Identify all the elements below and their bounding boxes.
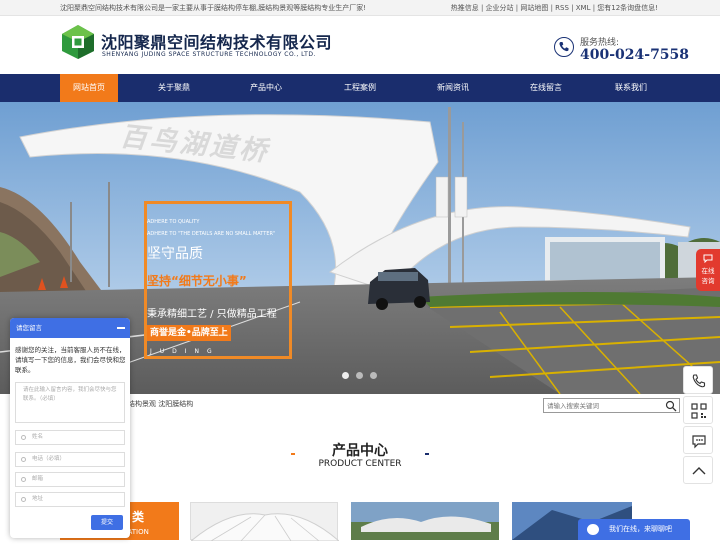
slide-dot-2[interactable]: [356, 372, 363, 379]
top-links[interactable]: 热推信息 | 企业分站 | 网站地图 | RSS | XML | 您有12条询盘…: [451, 0, 658, 16]
name-placeholder: 姓名: [32, 434, 44, 440]
company-logo-icon[interactable]: [60, 24, 96, 60]
submit-button[interactable]: 提交: [91, 515, 123, 530]
wechat-icon: [692, 435, 706, 449]
slogan-heading: 坚守品质: [147, 246, 203, 262]
name-field[interactable]: 姓名: [15, 430, 125, 445]
location-icon: [21, 497, 26, 502]
phone-small-icon: [21, 457, 26, 462]
slide-dot-3[interactable]: [370, 372, 377, 379]
online-chat-bar[interactable]: 我们在线，来聊聊吧: [578, 519, 690, 540]
product-thumb-2[interactable]: [351, 502, 499, 540]
mail-icon: [21, 477, 26, 482]
phone-field[interactable]: 电话（必填）: [15, 452, 125, 467]
side-wechat-button[interactable]: [683, 426, 713, 454]
section-title-decoration: [291, 453, 429, 455]
phone-placeholder: 电话（必填）: [32, 456, 66, 462]
slogan-brand: JUDING: [150, 348, 220, 355]
slogan-tagline: 秉承精细工艺 / 只做精品工程: [147, 309, 277, 320]
company-intro-text: 沈阳聚鼎空间结构技术有限公司是一家主要从事于膜结构停车棚,膜结构景观等膜结构专业…: [60, 4, 367, 12]
site-header: 沈阳聚鼎空间结构技术有限公司 SHENYANG JUDING SPACE STR…: [0, 16, 720, 74]
side-phone-button[interactable]: [683, 366, 713, 394]
qrcode-icon: [691, 403, 707, 419]
nav-item-about[interactable]: 关于聚鼎: [145, 74, 203, 102]
message-textarea[interactable]: 请在此输入留言内容，我们会尽快与您联系。（必填）: [15, 382, 125, 423]
company-name-cn: 沈阳聚鼎空间结构技术有限公司: [101, 33, 333, 52]
phone-icon: [554, 37, 574, 57]
search-input[interactable]: [544, 399, 662, 412]
nav-item-products[interactable]: 产品中心: [237, 74, 295, 102]
nav-item-cases[interactable]: 工程案例: [331, 74, 389, 102]
nav-item-message[interactable]: 在线留言: [517, 74, 575, 102]
consult-line-1: 在线: [701, 267, 715, 275]
top-info-bar: 沈阳聚鼎空间结构技术有限公司是一家主要从事于膜结构停车棚,膜结构景观等膜结构专业…: [0, 0, 720, 16]
nav-item-news[interactable]: 新闻资讯: [424, 74, 482, 102]
chat-bubble-icon: [587, 524, 599, 535]
chat-greeting: 感谢您的关注，当前客服人员不在线，请填写一下您的信息，我们会尽快和您联系。: [15, 346, 126, 374]
back-to-top-button[interactable]: [683, 456, 713, 484]
leave-message-window: 请您留言 感谢您的关注，当前客服人员不在线，请填写一下您的信息，我们会尽快和您联…: [10, 318, 130, 538]
online-consult-tab[interactable]: 在线 咨询: [696, 249, 720, 291]
consult-icon: [703, 254, 713, 264]
phone-icon: [692, 374, 706, 388]
search-box: [543, 398, 680, 413]
consult-line-2: 咨询: [701, 277, 715, 285]
side-qrcode-button[interactable]: [683, 396, 713, 424]
company-name-en: SHENYANG JUDING SPACE STRUCTURE TECHNOLO…: [102, 51, 316, 58]
slogan-subheading: 坚持“细节无小事”: [147, 274, 247, 288]
slogan-english-2: ADHERE TO "THE DETAILS ARE NO SMALL MATT…: [147, 231, 276, 237]
nav-item-home[interactable]: 网站首页: [60, 74, 118, 102]
chat-bar-label: 我们在线，来聊聊吧: [609, 525, 672, 533]
nav-item-contact[interactable]: 联系我们: [602, 74, 660, 102]
user-icon: [21, 435, 26, 440]
hot-keywords[interactable]: 结构景观 沈阳膜结构: [128, 399, 193, 409]
minimize-icon[interactable]: [117, 327, 125, 329]
address-placeholder: 地址: [32, 496, 44, 502]
slide-dot-1[interactable]: [342, 372, 349, 379]
email-placeholder: 邮箱: [32, 476, 44, 482]
address-field[interactable]: 地址: [15, 492, 125, 507]
arrow-up-icon: [692, 467, 706, 475]
slogan-english-1: ADHERE TO QUALITY: [147, 219, 200, 225]
main-nav: 网站首页 关于聚鼎 产品中心 工程案例 新闻资讯 在线留言 联系我们: [0, 74, 720, 102]
search-icon[interactable]: [665, 400, 677, 412]
product-thumb-1[interactable]: [189, 502, 341, 542]
email-field[interactable]: 邮箱: [15, 472, 125, 487]
hotline-number: 400-024-7558: [580, 47, 690, 63]
chat-window-title: 请您留言: [10, 318, 130, 338]
slogan-badge: 商誉是金•品牌至上: [147, 325, 231, 341]
category-title: 类: [132, 510, 145, 524]
